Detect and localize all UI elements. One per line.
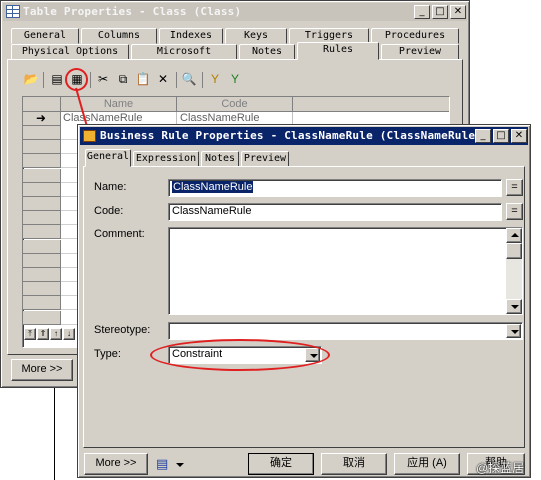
more-button[interactable]: More >> bbox=[11, 359, 73, 381]
close-button[interactable]: ✕ bbox=[511, 129, 527, 143]
tab-indexes[interactable]: Indexes bbox=[159, 28, 223, 44]
name-label: Name: bbox=[94, 181, 127, 193]
scroll-up-button[interactable] bbox=[506, 228, 522, 243]
comment-label: Comment: bbox=[94, 228, 145, 240]
delete-icon[interactable]: ✕ bbox=[154, 70, 172, 88]
watermark: @探蓝居 bbox=[476, 461, 525, 475]
tab-preview[interactable]: Preview bbox=[241, 151, 289, 167]
grid-navigation: ⤒ ⇑ ↑ ↓ bbox=[23, 328, 83, 342]
window-title: Table Properties - Class (Class) bbox=[23, 5, 242, 18]
table-icon bbox=[6, 5, 20, 18]
maximize-button[interactable]: □ bbox=[493, 129, 509, 143]
row-header[interactable] bbox=[23, 310, 61, 325]
minimize-button[interactable]: _ bbox=[475, 129, 491, 143]
code-sync-button[interactable]: = bbox=[506, 203, 523, 220]
minimize-button[interactable]: _ bbox=[414, 5, 430, 19]
current-row-arrow-icon: ➜ bbox=[36, 111, 47, 125]
cancel-button[interactable]: 取消 bbox=[321, 453, 387, 475]
code-value: ClassNameRule bbox=[172, 205, 252, 217]
filter-icon[interactable]: Y bbox=[206, 70, 224, 88]
title-bar[interactable]: Business Rule Properties - ClassNameRule… bbox=[80, 127, 528, 145]
row-header[interactable] bbox=[23, 253, 61, 268]
title-bar[interactable]: Table Properties - Class (Class) _ □ ✕ bbox=[3, 3, 467, 21]
prev-row-button[interactable]: ↑ bbox=[50, 328, 62, 340]
close-button[interactable]: ✕ bbox=[450, 5, 466, 19]
ok-button[interactable]: 确定 bbox=[248, 453, 314, 475]
scroll-down-button[interactable] bbox=[506, 299, 522, 314]
print-icon[interactable]: ▤ bbox=[156, 456, 168, 472]
tab-preview[interactable]: Preview bbox=[381, 44, 459, 60]
maximize-button[interactable]: □ bbox=[432, 5, 448, 19]
tab-microsoft[interactable]: Microsoft bbox=[131, 44, 237, 60]
connector-line bbox=[54, 388, 55, 480]
tab-expression[interactable]: Expression bbox=[133, 151, 199, 167]
row-header[interactable] bbox=[23, 268, 61, 282]
tab-notes[interactable]: Notes bbox=[239, 44, 295, 60]
tab-physical-options[interactable]: Physical Options bbox=[11, 44, 129, 60]
row-header[interactable] bbox=[23, 211, 61, 226]
tab-notes[interactable]: Notes bbox=[201, 151, 239, 167]
row-header[interactable] bbox=[23, 296, 61, 311]
comment-textarea[interactable] bbox=[168, 227, 523, 315]
name-field[interactable]: ClassNameRule bbox=[168, 179, 502, 197]
code-label: Code: bbox=[94, 205, 124, 217]
general-tab-page: Name: ClassNameRule = Code: ClassNameRul… bbox=[83, 166, 525, 448]
row-header[interactable] bbox=[23, 126, 61, 140]
row-header[interactable] bbox=[23, 154, 61, 169]
name-code-sync-button[interactable]: = bbox=[506, 179, 523, 196]
find-icon[interactable]: 🔍 bbox=[180, 70, 198, 88]
next-row-button[interactable]: ↓ bbox=[63, 328, 75, 340]
stereotype-combo[interactable] bbox=[168, 322, 523, 340]
prev-page-button[interactable]: ⇑ bbox=[37, 328, 49, 340]
business-rule-properties-window: Business Rule Properties - ClassNameRule… bbox=[77, 124, 531, 478]
row-header[interactable] bbox=[23, 140, 61, 155]
row-header[interactable] bbox=[23, 197, 61, 211]
scroll-thumb[interactable] bbox=[506, 243, 522, 259]
rule-icon bbox=[83, 130, 96, 142]
tab-rules[interactable]: Rules bbox=[297, 42, 379, 60]
row-header[interactable] bbox=[23, 168, 61, 183]
tab-general[interactable]: General bbox=[11, 28, 79, 44]
rule-code-cell[interactable]: ClassNameRule bbox=[180, 112, 259, 124]
tab-columns[interactable]: Columns bbox=[81, 28, 157, 44]
row-header[interactable] bbox=[23, 182, 61, 197]
tab-procedures[interactable]: Procedures bbox=[371, 28, 459, 44]
more-button[interactable]: More >> bbox=[84, 453, 148, 475]
column-header-code[interactable]: Code bbox=[177, 97, 293, 112]
name-value: ClassNameRule bbox=[172, 181, 254, 193]
tab-keys[interactable]: Keys bbox=[225, 28, 287, 44]
copy-icon[interactable]: ⧉ bbox=[114, 70, 132, 88]
annotation-ellipse bbox=[150, 339, 330, 371]
row-header[interactable] bbox=[23, 239, 61, 254]
stereotype-label: Stereotype: bbox=[94, 324, 151, 336]
paste-icon[interactable]: 📋 bbox=[134, 70, 152, 88]
code-field[interactable]: ClassNameRule bbox=[168, 203, 502, 221]
first-row-button[interactable]: ⤒ bbox=[24, 328, 36, 340]
window-title: Business Rule Properties - ClassNameRule… bbox=[100, 129, 483, 142]
apply-button[interactable]: 应用 (A) bbox=[394, 453, 460, 475]
type-label: Type: bbox=[94, 348, 121, 360]
print-menu[interactable]: ▤ bbox=[154, 455, 188, 475]
properties-icon[interactable]: 📂 bbox=[22, 70, 40, 88]
tab-general[interactable]: General bbox=[85, 149, 131, 167]
grid-toolbar: 📂 ▤ ▦ ✂ ⧉ 📋 ✕ 🔍 Y Y bbox=[22, 70, 262, 90]
row-header[interactable] bbox=[23, 225, 61, 240]
chevron-down-icon[interactable] bbox=[506, 324, 521, 338]
chevron-down-icon[interactable] bbox=[176, 463, 184, 467]
customize-columns-icon[interactable]: Y bbox=[226, 70, 244, 88]
comment-scrollbar[interactable] bbox=[506, 228, 522, 314]
row-header[interactable] bbox=[23, 282, 61, 297]
